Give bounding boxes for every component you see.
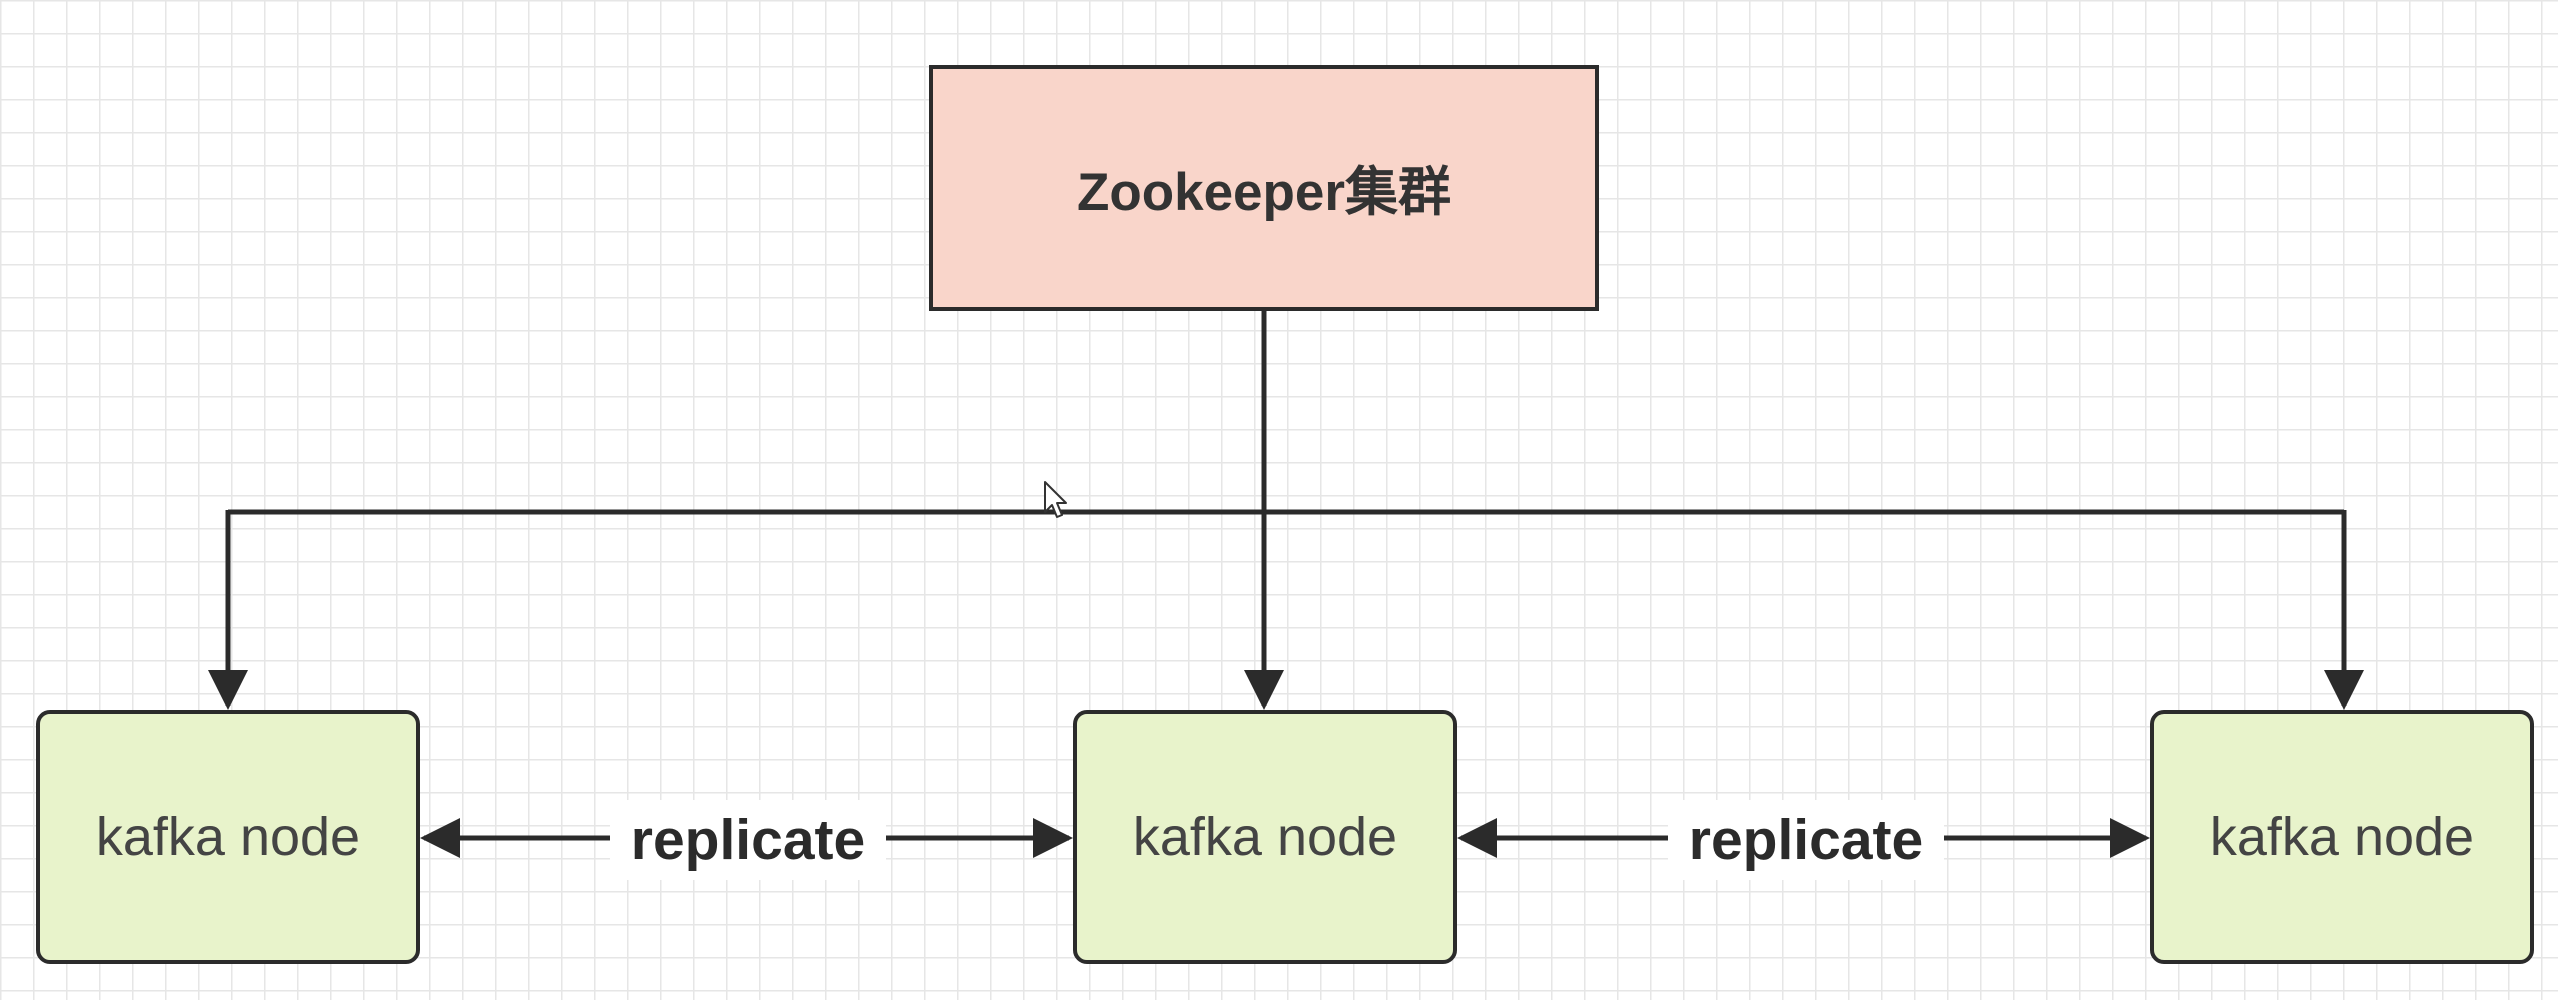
mouse-pointer-icon [1044, 481, 1067, 518]
replicate-label-2: replicate [1668, 800, 1944, 880]
zookeeper-cluster-box[interactable]: Zookeeper集群 [929, 65, 1599, 311]
zookeeper-cluster-label: Zookeeper集群 [1076, 163, 1452, 222]
kafka-node-2[interactable]: kafka node [1073, 710, 1457, 964]
kafka-node-3[interactable]: kafka node [2150, 710, 2534, 964]
kafka-node-3-label: kafka node [2209, 807, 2475, 867]
kafka-node-1-label: kafka node [95, 807, 361, 867]
replicate-label-1: replicate [610, 800, 886, 880]
kafka-node-2-label: kafka node [1132, 807, 1398, 867]
kafka-node-1[interactable]: kafka node [36, 710, 420, 964]
